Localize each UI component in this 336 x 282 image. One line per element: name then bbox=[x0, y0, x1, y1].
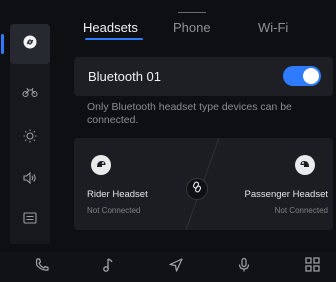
tab-headsets[interactable]: Headsets bbox=[83, 20, 138, 35]
tab-wifi[interactable]: Wi-Fi bbox=[258, 20, 288, 35]
passenger-headset-status: Not Connected bbox=[274, 206, 328, 215]
volume-icon bbox=[23, 171, 37, 189]
apps-grid-icon bbox=[304, 257, 320, 277]
tab-active-underline bbox=[85, 38, 143, 40]
tab-phone[interactable]: Phone bbox=[173, 20, 211, 35]
bluetooth-toggle[interactable] bbox=[283, 66, 321, 86]
message-icon bbox=[23, 211, 37, 229]
nav-voice-button[interactable] bbox=[232, 256, 256, 278]
headset-connect-icon bbox=[23, 35, 37, 54]
bluetooth-info-text: Only Bluetooth headset type devices can … bbox=[87, 101, 292, 126]
sidebar-item-messages[interactable] bbox=[10, 200, 50, 240]
rider-headset-status: Not Connected bbox=[87, 206, 141, 215]
bluetooth-card: Bluetooth 01 bbox=[74, 57, 333, 96]
brightness-icon bbox=[23, 129, 37, 148]
phone-icon bbox=[34, 257, 50, 278]
nav-navigation-button[interactable] bbox=[164, 256, 188, 278]
rider-helmet-icon bbox=[91, 155, 111, 175]
sidebar-item-display[interactable] bbox=[10, 118, 50, 158]
sidebar-item-sound[interactable] bbox=[10, 160, 50, 200]
link-headsets-button[interactable] bbox=[186, 178, 208, 200]
sidebar-item-headsets[interactable] bbox=[1, 24, 50, 64]
music-icon bbox=[101, 257, 115, 278]
navigation-icon bbox=[168, 257, 184, 278]
link-icon bbox=[191, 180, 203, 198]
tab-bar: Headsets Phone Wi-Fi bbox=[72, 12, 334, 44]
headset-settings-screen: Headsets Phone Wi-Fi Bluetooth 01 Only B… bbox=[0, 0, 336, 282]
sidebar-item-vehicle[interactable] bbox=[10, 74, 50, 114]
microphone-icon bbox=[237, 257, 251, 278]
headset-card: Rider Headset Not Connected Passenger He… bbox=[74, 138, 333, 230]
nav-music-button[interactable] bbox=[96, 256, 120, 278]
bluetooth-device-name: Bluetooth 01 bbox=[88, 69, 162, 84]
rider-headset-label: Rider Headset bbox=[87, 189, 148, 200]
passenger-headset-label: Passenger Headset bbox=[244, 189, 328, 200]
active-indicator bbox=[1, 34, 4, 54]
sidebar bbox=[0, 14, 60, 244]
toggle-knob bbox=[303, 68, 319, 84]
nav-phone-button[interactable] bbox=[30, 256, 54, 278]
bottom-navigation bbox=[0, 252, 336, 282]
motorcycle-icon bbox=[22, 85, 38, 103]
tab-divider-line bbox=[178, 12, 206, 13]
passenger-helmet-icon bbox=[295, 155, 315, 175]
nav-apps-button[interactable] bbox=[300, 256, 324, 278]
